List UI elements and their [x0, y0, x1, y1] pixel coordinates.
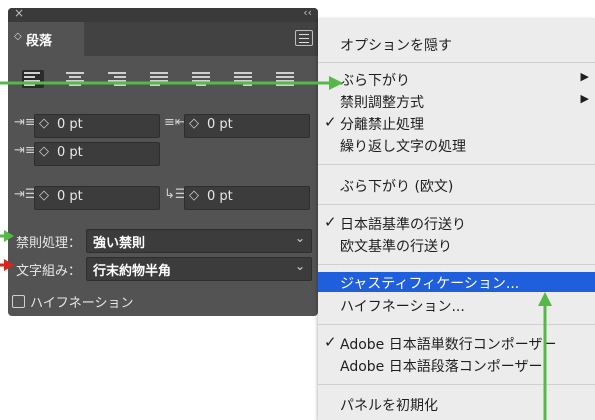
annotation-overlay — [0, 76, 552, 420]
annotation-arrow-head — [4, 259, 14, 271]
annotation-arrow-head — [538, 292, 552, 306]
annotation-arrow-head — [329, 76, 343, 90]
annotation-arrow-head — [4, 230, 14, 242]
